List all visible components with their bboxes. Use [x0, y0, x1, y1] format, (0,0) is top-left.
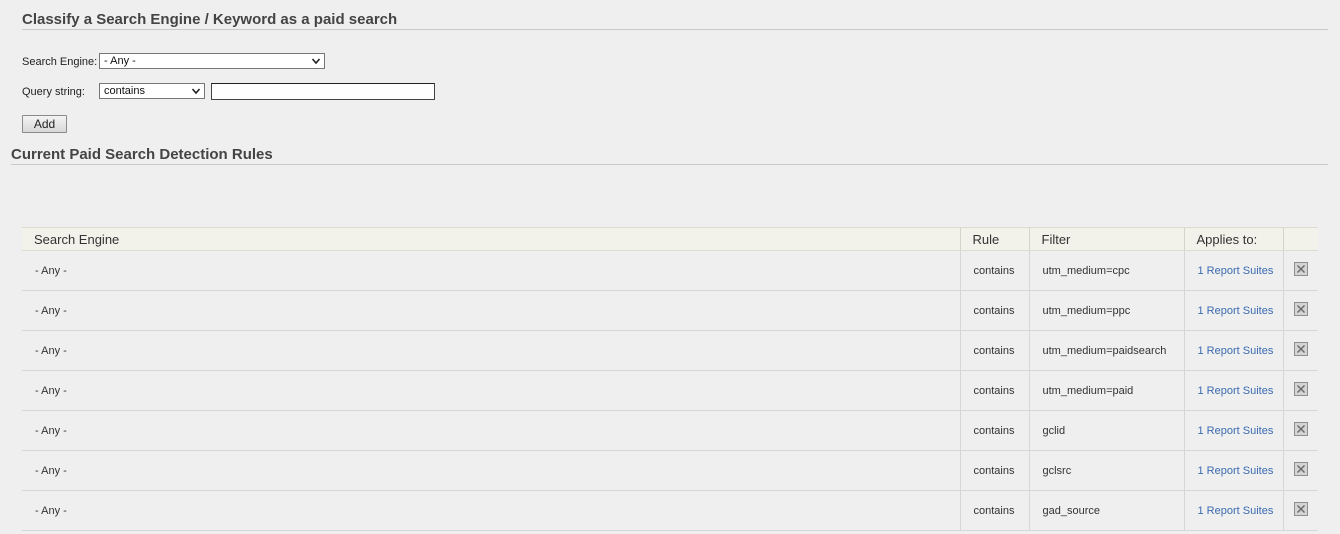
column-header-rule: Rule — [960, 227, 1030, 251]
row-delete-cell — [1283, 490, 1318, 531]
classify-section-title: Classify a Search Engine / Keyword as a … — [22, 11, 398, 28]
row-delete-cell — [1283, 450, 1318, 491]
column-header-delete — [1283, 227, 1318, 251]
row-filter: utm_medium=paid — [1029, 370, 1185, 411]
row-applies-to: 1 Report Suites — [1184, 450, 1284, 491]
row-rule: contains — [960, 330, 1030, 371]
classify-section-divider — [22, 29, 1328, 30]
table-row: - Any - contains utm_medium=cpc 1 Report… — [22, 250, 1318, 291]
rules-section-divider — [11, 164, 1328, 165]
delete-icon[interactable] — [1293, 342, 1308, 357]
row-search-engine: - Any - — [22, 290, 961, 331]
applies-to-link[interactable]: 1 Report Suites — [1198, 385, 1274, 397]
table-row: - Any - contains gclid 1 Report Suites — [22, 410, 1318, 451]
row-rule: contains — [960, 490, 1030, 531]
chevron-down-icon — [311, 58, 321, 65]
table-row: - Any - contains utm_medium=ppc 1 Report… — [22, 290, 1318, 331]
search-engine-select-value: - Any - — [104, 55, 136, 67]
row-delete-cell — [1283, 410, 1318, 451]
chevron-down-icon — [191, 88, 201, 95]
row-delete-cell — [1283, 370, 1318, 411]
row-filter: gclid — [1029, 410, 1185, 451]
search-engine-select[interactable]: - Any - — [99, 53, 325, 69]
paid-search-detection-page: Classify a Search Engine / Keyword as a … — [0, 0, 1340, 534]
row-delete-cell — [1283, 250, 1318, 291]
add-button[interactable]: Add — [22, 115, 67, 133]
applies-to-link[interactable]: 1 Report Suites — [1198, 425, 1274, 437]
row-rule: contains — [960, 370, 1030, 411]
column-header-filter: Filter — [1029, 227, 1185, 251]
row-search-engine: - Any - — [22, 410, 961, 451]
row-filter: utm_medium=paidsearch — [1029, 330, 1185, 371]
rules-table: Search Engine Rule Filter Applies to: - … — [22, 227, 1318, 531]
query-string-label: Query string: — [22, 86, 85, 98]
table-row: - Any - contains gad_source 1 Report Sui… — [22, 490, 1318, 531]
delete-icon[interactable] — [1293, 462, 1308, 477]
applies-to-link[interactable]: 1 Report Suites — [1198, 465, 1274, 477]
row-applies-to: 1 Report Suites — [1184, 330, 1284, 371]
search-engine-label: Search Engine: — [22, 56, 98, 68]
row-rule: contains — [960, 450, 1030, 491]
table-row: - Any - contains utm_medium=paid 1 Repor… — [22, 370, 1318, 411]
row-search-engine: - Any - — [22, 370, 961, 411]
delete-icon[interactable] — [1293, 502, 1308, 517]
table-row: - Any - contains gclsrc 1 Report Suites — [22, 450, 1318, 491]
row-applies-to: 1 Report Suites — [1184, 490, 1284, 531]
delete-icon[interactable] — [1293, 382, 1308, 397]
row-filter: utm_medium=cpc — [1029, 250, 1185, 291]
row-applies-to: 1 Report Suites — [1184, 410, 1284, 451]
row-filter: gclsrc — [1029, 450, 1185, 491]
row-search-engine: - Any - — [22, 490, 961, 531]
row-search-engine: - Any - — [22, 250, 961, 291]
row-delete-cell — [1283, 290, 1318, 331]
rules-section-title: Current Paid Search Detection Rules — [11, 146, 273, 163]
row-filter: gad_source — [1029, 490, 1185, 531]
row-applies-to: 1 Report Suites — [1184, 370, 1284, 411]
applies-to-link[interactable]: 1 Report Suites — [1198, 345, 1274, 357]
row-rule: contains — [960, 290, 1030, 331]
applies-to-link[interactable]: 1 Report Suites — [1198, 305, 1274, 317]
query-operator-select[interactable]: contains — [99, 83, 205, 99]
column-header-applies-to: Applies to: — [1184, 227, 1284, 251]
row-rule: contains — [960, 250, 1030, 291]
row-rule: contains — [960, 410, 1030, 451]
query-operator-select-value: contains — [104, 85, 145, 97]
applies-to-link[interactable]: 1 Report Suites — [1198, 505, 1274, 517]
table-row: - Any - contains utm_medium=paidsearch 1… — [22, 330, 1318, 371]
rules-table-header: Search Engine Rule Filter Applies to: — [22, 227, 1318, 251]
delete-icon[interactable] — [1293, 422, 1308, 437]
row-filter: utm_medium=ppc — [1029, 290, 1185, 331]
query-string-input[interactable] — [211, 83, 435, 100]
row-search-engine: - Any - — [22, 330, 961, 371]
column-header-search-engine: Search Engine — [22, 227, 961, 251]
row-search-engine: - Any - — [22, 450, 961, 491]
delete-icon[interactable] — [1293, 262, 1308, 277]
row-applies-to: 1 Report Suites — [1184, 250, 1284, 291]
delete-icon[interactable] — [1293, 302, 1308, 317]
row-delete-cell — [1283, 330, 1318, 371]
applies-to-link[interactable]: 1 Report Suites — [1198, 265, 1274, 277]
row-applies-to: 1 Report Suites — [1184, 290, 1284, 331]
